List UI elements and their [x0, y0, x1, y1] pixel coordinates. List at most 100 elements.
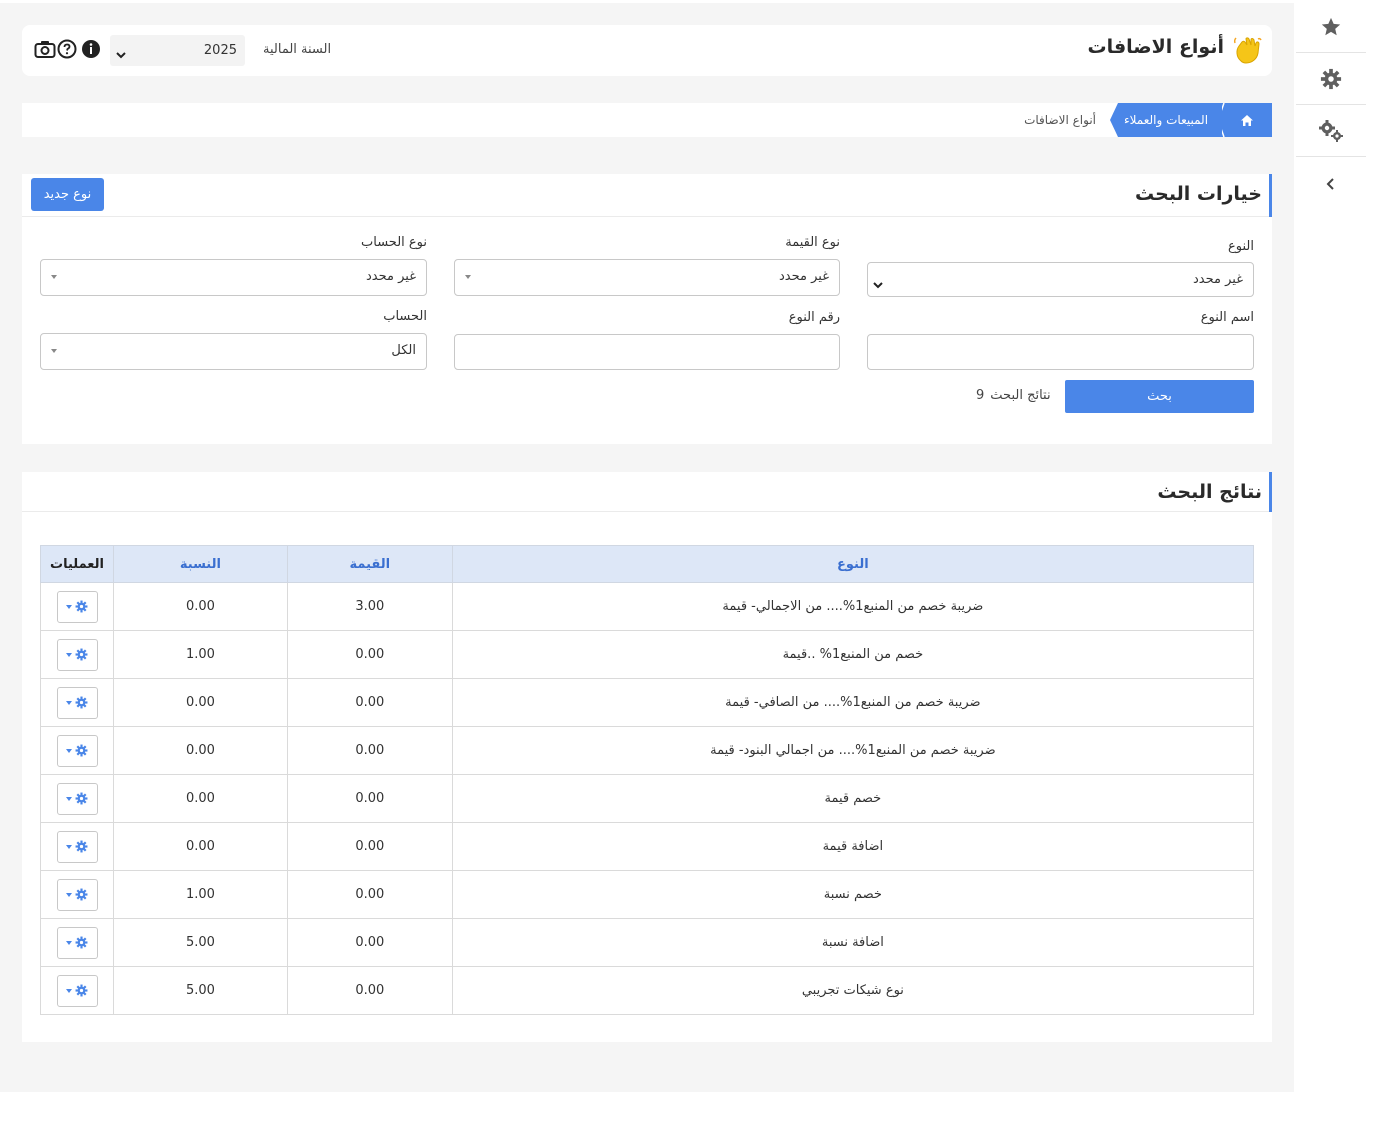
search-options-title: خيارات البحث	[1135, 183, 1262, 205]
home-icon	[1241, 114, 1253, 126]
account-select[interactable]: الكل	[40, 333, 427, 370]
row-actions-button[interactable]	[56, 782, 98, 815]
results-card: نتائج البحث النوع القيمة النسبة العمليات…	[22, 472, 1272, 1042]
account-select-value: الكل	[391, 343, 416, 358]
table-row: خصم قيمة 0.00 0.00	[40, 774, 1255, 823]
column-percent[interactable]: النسبة	[113, 545, 288, 583]
new-type-button[interactable]: نوع جديد	[31, 178, 104, 211]
fiscal-year-label: السنة المالية	[263, 42, 332, 57]
breadcrumb-current: أنواع الاضافات	[1024, 113, 1096, 127]
row-actions-button[interactable]	[56, 638, 98, 671]
column-value[interactable]: القيمة	[286, 545, 453, 583]
account-type-select[interactable]: غير محدد	[40, 259, 427, 296]
column-type[interactable]: النوع	[451, 545, 1255, 583]
row-actions-button[interactable]	[56, 590, 98, 623]
caret-down-icon	[66, 604, 72, 609]
cell-type: ضريبة خصم من المنبع1%.... من اجمالي البن…	[451, 726, 1255, 775]
advanced-settings-button[interactable]	[1296, 106, 1366, 157]
gears-icon	[1319, 120, 1343, 142]
breadcrumb-home[interactable]	[1222, 103, 1272, 137]
gear-icon	[75, 888, 88, 901]
fiscal-year-value: 2025	[203, 43, 237, 58]
caret-down-icon	[66, 700, 72, 705]
search-options-card: خيارات البحث نوع جديد النوع غير محدد نوع…	[22, 174, 1272, 444]
gear-icon	[1320, 68, 1342, 90]
search-button[interactable]: بحث	[1065, 380, 1254, 413]
cell-type: خصم من المنبع1% ..قيمة	[451, 630, 1255, 679]
settings-button[interactable]	[1296, 54, 1366, 105]
cell-value: 0.00	[286, 966, 453, 1015]
favorites-button[interactable]	[1296, 2, 1366, 53]
cell-operations	[40, 630, 114, 679]
caret-down-icon	[51, 275, 57, 279]
type-number-label: رقم النوع	[788, 310, 840, 325]
caret-down-icon	[66, 892, 72, 897]
gear-icon	[75, 696, 88, 709]
table-row: خصم من المنبع1% ..قيمة 0.00 1.00	[40, 630, 1255, 679]
collapse-rail-button[interactable]	[1296, 158, 1366, 209]
cell-type: ضريبة خصم من المنبع1%.... من الصافي- قيم…	[451, 678, 1255, 727]
cell-percent: 0.00	[113, 582, 288, 631]
type-select-value: غير محدد	[1193, 272, 1243, 287]
type-label: النوع	[1228, 239, 1254, 254]
help-icon[interactable]	[57, 39, 77, 59]
chevron-down-icon	[872, 275, 884, 294]
type-name-input[interactable]	[867, 334, 1254, 370]
cell-operations	[40, 870, 114, 919]
cell-percent: 0.00	[113, 726, 288, 775]
info-icon[interactable]	[81, 39, 101, 59]
cell-type: اضافة نسبة	[451, 918, 1255, 967]
gear-icon	[75, 744, 88, 757]
cell-type: نوع شيكات تجريبي	[451, 966, 1255, 1015]
value-type-select-value: غير محدد	[779, 269, 829, 284]
cell-percent: 0.00	[113, 822, 288, 871]
type-select[interactable]: غير محدد	[867, 262, 1254, 297]
row-actions-button[interactable]	[56, 974, 98, 1007]
table-row: ضريبة خصم من المنبع1%.... من الاجمالي- ق…	[40, 582, 1255, 631]
table-row: نوع شيكات تجريبي 0.00 5.00	[40, 966, 1255, 1015]
chevron-left-icon	[1326, 177, 1334, 190]
gear-icon	[75, 648, 88, 661]
column-operations: العمليات	[40, 545, 114, 583]
results-count: نتائج البحث 9	[976, 388, 1051, 403]
table-row: ضريبة خصم من المنبع1%.... من الصافي- قيم…	[40, 678, 1255, 727]
caret-down-icon	[66, 796, 72, 801]
wave-icon	[1232, 35, 1262, 69]
cell-operations	[40, 918, 114, 967]
caret-down-icon	[66, 748, 72, 753]
results-count-label: نتائج البحث	[990, 388, 1051, 403]
cell-percent: 5.00	[113, 918, 288, 967]
row-actions-button[interactable]	[56, 878, 98, 911]
value-type-select[interactable]: غير محدد	[454, 259, 840, 296]
cell-value: 0.00	[286, 726, 453, 775]
table-row: اضافة نسبة 0.00 5.00	[40, 918, 1255, 967]
cell-operations	[40, 966, 114, 1015]
breadcrumb-sales[interactable]: المبيعات والعملاء	[1110, 103, 1222, 137]
search-options-header: خيارات البحث نوع جديد	[22, 174, 1272, 217]
caret-down-icon	[66, 988, 72, 993]
title-accent-bar	[1269, 174, 1272, 217]
type-number-input[interactable]	[454, 334, 840, 370]
caret-down-icon	[66, 844, 72, 849]
caret-down-icon	[51, 349, 57, 353]
cell-type: خصم قيمة	[451, 774, 1255, 823]
title-accent-bar	[1269, 472, 1272, 512]
row-actions-button[interactable]	[56, 926, 98, 959]
account-label: الحساب	[383, 309, 427, 324]
row-actions-button[interactable]	[56, 830, 98, 863]
table-row: خصم نسبة 0.00 1.00	[40, 870, 1255, 919]
cell-percent: 5.00	[113, 966, 288, 1015]
fiscal-year-select[interactable]: 2025	[110, 35, 245, 66]
table-header-row: النوع القيمة النسبة العمليات	[40, 545, 1255, 583]
camera-icon[interactable]	[34, 39, 56, 59]
value-type-label: نوع القيمة	[785, 235, 840, 250]
account-type-select-value: غير محدد	[366, 269, 416, 284]
cell-type: خصم نسبة	[451, 870, 1255, 919]
cell-operations	[40, 582, 114, 631]
row-actions-button[interactable]	[56, 686, 98, 719]
account-type-label: نوع الحساب	[361, 235, 427, 250]
gear-icon	[75, 600, 88, 613]
cell-value: 0.00	[286, 918, 453, 967]
results-header: نتائج البحث	[22, 472, 1272, 512]
row-actions-button[interactable]	[56, 734, 98, 767]
